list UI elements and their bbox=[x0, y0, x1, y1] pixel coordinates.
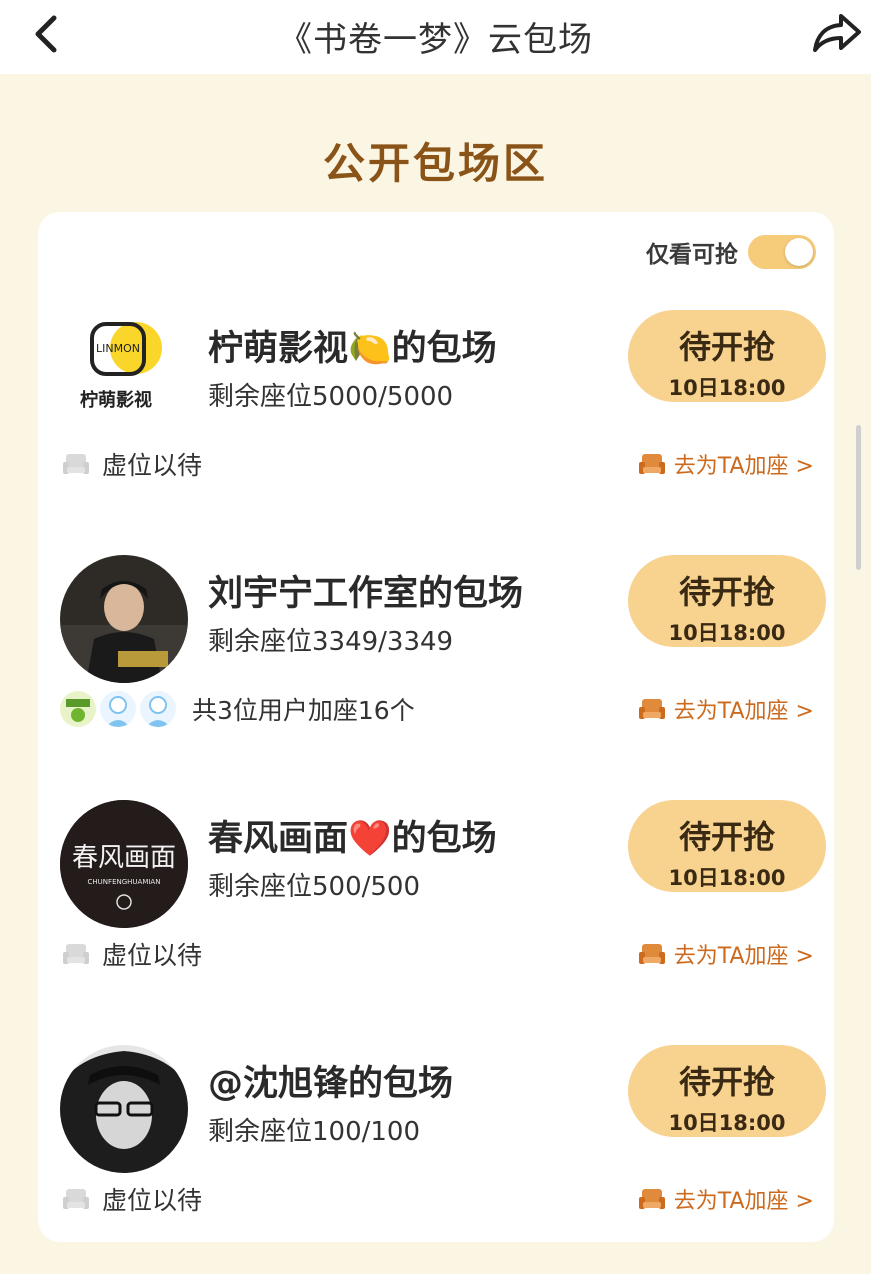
svg-text:春风画面: 春风画面 bbox=[72, 843, 176, 873]
seat-status-text: 虚位以待 bbox=[102, 1186, 203, 1215]
host-avatar[interactable] bbox=[60, 1045, 188, 1173]
booking-list-panel: 仅看可抢 LINMON 柠萌影视 柠萌影视🍋的包场 剩余座位5000/5000 … bbox=[38, 212, 834, 1242]
add-seat-link-label: 去为TA加座 > bbox=[673, 454, 814, 479]
booking-item: 春风画面 CHUNFENGHUAMIAN 春风画面❤️的包场 剩余座位500/5… bbox=[38, 784, 834, 1029]
grab-button-label: 待开抢 bbox=[678, 1063, 775, 1101]
remaining-seats: 剩余座位3349/3349 bbox=[208, 627, 454, 657]
seat-icon bbox=[638, 1189, 665, 1209]
grab-time: 10日18:00 bbox=[668, 1111, 786, 1135]
svg-text:CHUNFENGHUAMIAN: CHUNFENGHUAMIAN bbox=[88, 878, 161, 886]
section-title: 公开包场区 bbox=[322, 139, 548, 188]
remaining-seats: 剩余座位5000/5000 bbox=[208, 382, 454, 412]
booking-item: LINMON 柠萌影视 柠萌影视🍋的包场 剩余座位5000/5000 待开抢 1… bbox=[38, 294, 834, 539]
chunfeng-logo-icon: 春风画面 CHUNFENGHUAMIAN bbox=[60, 800, 188, 928]
add-seat-link[interactable]: 去为TA加座 > bbox=[636, 685, 814, 733]
linmon-logo[interactable]: LINMON 柠萌影视 bbox=[60, 310, 188, 438]
seat-icon bbox=[638, 454, 665, 474]
host-name: 刘宇宁工作室的包场 bbox=[208, 574, 524, 614]
empty-seat-icon bbox=[63, 454, 89, 474]
booking-item: 刘宇宁工作室的包场 剩余座位3349/3349 待开抢 10日18:00 共3位… bbox=[38, 539, 834, 784]
host-name: @沈旭锋的包场 bbox=[208, 1064, 454, 1104]
grab-button[interactable]: 待开抢 10日18:00 bbox=[628, 555, 826, 647]
filter-label: 仅看可抢 bbox=[646, 242, 738, 268]
add-seat-link-label: 去为TA加座 > bbox=[673, 1189, 814, 1214]
seat-status: 虚位以待 bbox=[60, 440, 202, 488]
scrollbar[interactable] bbox=[856, 425, 861, 570]
person-avatar-icon bbox=[60, 555, 188, 683]
share-arrow-icon bbox=[813, 14, 861, 52]
host-name: 春风画面❤️的包场 bbox=[208, 819, 497, 859]
person-avatar-icon bbox=[60, 1045, 188, 1173]
grab-time: 10日18:00 bbox=[668, 621, 786, 645]
page-title: 《书卷一梦》云包场 bbox=[278, 20, 593, 60]
seat-status: 虚位以待 bbox=[60, 1175, 202, 1223]
seat-status-text: 虚位以待 bbox=[102, 451, 203, 480]
add-seat-link[interactable]: 去为TA加座 > bbox=[636, 440, 814, 488]
remaining-seats: 剩余座位500/500 bbox=[208, 872, 421, 902]
user-avatar bbox=[60, 691, 96, 727]
add-seat-link[interactable]: 去为TA加座 > bbox=[636, 1175, 814, 1223]
available-only-toggle[interactable] bbox=[748, 235, 816, 269]
grab-button[interactable]: 待开抢 10日18:00 bbox=[628, 1045, 826, 1137]
grab-button-label: 待开抢 bbox=[678, 818, 775, 856]
joined-users-avatars bbox=[60, 691, 176, 727]
grab-button-label: 待开抢 bbox=[678, 573, 775, 611]
add-seat-link-label: 去为TA加座 > bbox=[673, 944, 814, 969]
seat-status: 虚位以待 bbox=[60, 930, 202, 978]
seat-status: 共3位用户加座16个 bbox=[60, 685, 415, 733]
remaining-seats: 剩余座位100/100 bbox=[208, 1117, 421, 1147]
grab-time: 10日18:00 bbox=[668, 376, 786, 400]
linmon-logo-icon: LINMON 柠萌影视 bbox=[80, 322, 162, 411]
top-bar: 《书卷一梦》云包场 bbox=[0, 0, 871, 74]
seat-icon bbox=[638, 699, 665, 719]
host-avatar[interactable] bbox=[60, 555, 188, 683]
share-button[interactable] bbox=[811, 10, 863, 56]
seat-status-text: 共3位用户加座16个 bbox=[192, 696, 415, 725]
seat-icon bbox=[638, 944, 665, 964]
add-seat-link[interactable]: 去为TA加座 > bbox=[636, 930, 814, 978]
user-avatar bbox=[100, 691, 136, 727]
chunfeng-logo[interactable]: 春风画面 CHUNFENGHUAMIAN bbox=[60, 800, 188, 928]
grab-button[interactable]: 待开抢 10日18:00 bbox=[628, 800, 826, 892]
empty-seat-icon bbox=[63, 1189, 89, 1209]
grab-time: 10日18:00 bbox=[668, 866, 786, 890]
seat-status-text: 虚位以待 bbox=[102, 941, 203, 970]
grab-button[interactable]: 待开抢 10日18:00 bbox=[628, 310, 826, 402]
empty-seat-icon bbox=[63, 944, 89, 964]
filter-available-only: 仅看可抢 bbox=[646, 235, 816, 269]
toggle-knob bbox=[785, 238, 813, 266]
user-avatar bbox=[140, 691, 176, 727]
grab-button-label: 待开抢 bbox=[678, 328, 775, 366]
svg-text:LINMON: LINMON bbox=[96, 342, 140, 355]
booking-item: @沈旭锋的包场 剩余座位100/100 待开抢 10日18:00 虚位以待 去为… bbox=[38, 1029, 834, 1274]
host-name: 柠萌影视🍋的包场 bbox=[208, 329, 497, 369]
add-seat-link-label: 去为TA加座 > bbox=[673, 699, 814, 724]
svg-text:柠萌影视: 柠萌影视 bbox=[80, 389, 152, 411]
